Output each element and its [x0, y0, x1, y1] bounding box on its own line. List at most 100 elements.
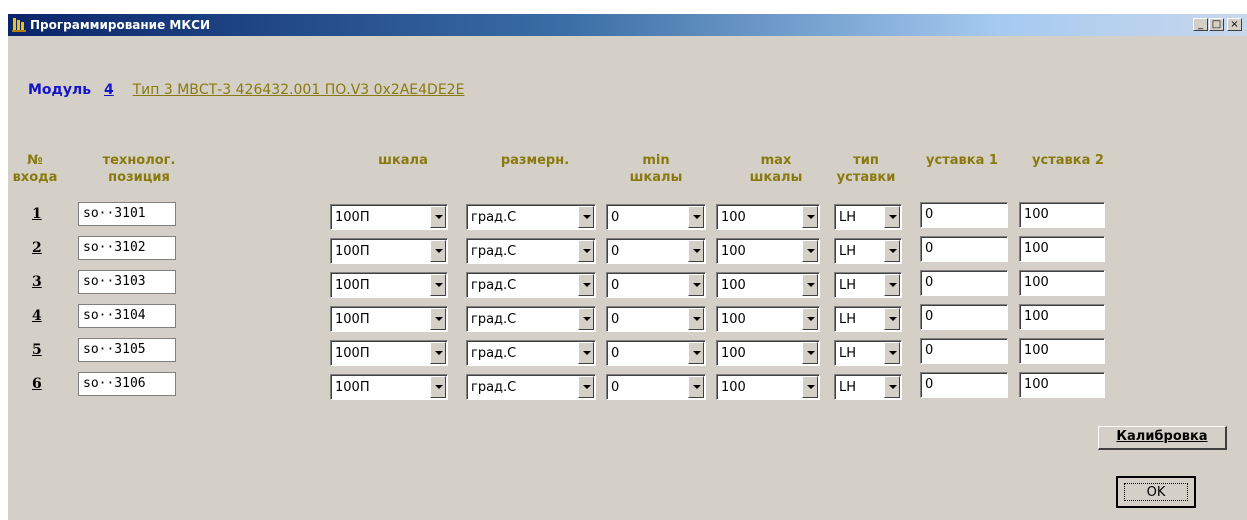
setpoint-1-input[interactable]: 0 [920, 202, 1008, 228]
units-select[interactable]: град.С [466, 374, 596, 400]
main-window: Программирование МКСИ _ □ × Модуль 4 Тип… [8, 14, 1247, 520]
min-scale-select[interactable]: 0 [606, 306, 706, 332]
scale-select[interactable]: 100П [330, 238, 448, 264]
setpoint-2-input[interactable]: 100 [1019, 372, 1105, 398]
module-label: Модуль [28, 82, 92, 98]
input-number-link[interactable]: 6 [32, 376, 62, 392]
setpoint-1-input[interactable]: 0 [920, 270, 1008, 296]
dropdown-arrow-icon[interactable] [430, 376, 446, 398]
units-select[interactable]: град.С [466, 272, 596, 298]
dropdown-arrow-icon[interactable] [802, 274, 818, 296]
setpoint-1-input[interactable]: 0 [920, 304, 1008, 330]
setpoint-1-input[interactable]: 0 [920, 372, 1008, 398]
setpoint-type-select[interactable]: LH [834, 306, 902, 332]
close-button[interactable]: × [1227, 18, 1242, 31]
dropdown-arrow-icon[interactable] [430, 308, 446, 330]
max-scale-select[interactable]: 100 [716, 340, 820, 366]
setpoint-type-select-value: LH [839, 244, 857, 259]
dropdown-arrow-icon[interactable] [884, 240, 900, 262]
setpoint-2-input[interactable]: 100 [1019, 202, 1105, 228]
dropdown-arrow-icon[interactable] [688, 206, 704, 228]
position-input[interactable]: so··3103 [78, 270, 176, 294]
input-number-link[interactable]: 1 [32, 206, 62, 222]
scale-select[interactable]: 100П [330, 340, 448, 366]
dropdown-arrow-icon[interactable] [688, 274, 704, 296]
dropdown-arrow-icon[interactable] [578, 308, 594, 330]
ok-button[interactable]: OK [1116, 476, 1196, 508]
max-scale-select[interactable]: 100 [716, 204, 820, 230]
setpoint-type-select[interactable]: LH [834, 374, 902, 400]
max-scale-select[interactable]: 100 [716, 374, 820, 400]
position-input[interactable]: so··3106 [78, 372, 176, 396]
input-number-link[interactable]: 2 [32, 240, 62, 256]
dropdown-arrow-icon[interactable] [802, 240, 818, 262]
dropdown-arrow-icon[interactable] [578, 274, 594, 296]
dropdown-arrow-icon[interactable] [430, 206, 446, 228]
units-select[interactable]: град.С [466, 238, 596, 264]
dropdown-arrow-icon[interactable] [802, 206, 818, 228]
scale-select[interactable]: 100П [330, 204, 448, 230]
dropdown-arrow-icon[interactable] [430, 342, 446, 364]
title-bar[interactable]: Программирование МКСИ _ □ × [8, 14, 1247, 36]
min-scale-select[interactable]: 0 [606, 204, 706, 230]
max-scale-select[interactable]: 100 [716, 238, 820, 264]
dropdown-arrow-icon[interactable] [884, 376, 900, 398]
dropdown-arrow-icon[interactable] [688, 376, 704, 398]
dropdown-arrow-icon[interactable] [802, 308, 818, 330]
dropdown-arrow-icon[interactable] [884, 342, 900, 364]
setpoint-2-input[interactable]: 100 [1019, 304, 1105, 330]
minimize-button[interactable]: _ [1193, 18, 1208, 31]
calibrate-button[interactable]: Калибровка [1098, 426, 1227, 450]
dropdown-arrow-icon[interactable] [578, 376, 594, 398]
dropdown-arrow-icon[interactable] [884, 206, 900, 228]
input-number-link[interactable]: 5 [32, 342, 62, 358]
units-select[interactable]: град.С [466, 340, 596, 366]
dropdown-arrow-icon[interactable] [688, 342, 704, 364]
maximize-button[interactable]: □ [1209, 18, 1224, 31]
dropdown-arrow-icon[interactable] [884, 274, 900, 296]
setpoint-type-select[interactable]: LH [834, 238, 902, 264]
header-line: шкала [378, 153, 428, 168]
scale-select[interactable]: 100П [330, 374, 448, 400]
module-number-link[interactable]: 4 [104, 82, 114, 98]
dropdown-arrow-icon[interactable] [802, 376, 818, 398]
setpoint-type-select[interactable]: LH [834, 272, 902, 298]
input-number-link[interactable]: 4 [32, 308, 62, 324]
setpoint-2-input[interactable]: 100 [1019, 338, 1105, 364]
setpoint-type-select[interactable]: LH [834, 340, 902, 366]
setpoint-2-input[interactable]: 100 [1019, 270, 1105, 296]
dropdown-arrow-icon[interactable] [802, 342, 818, 364]
min-scale-select[interactable]: 0 [606, 238, 706, 264]
dropdown-arrow-icon[interactable] [430, 240, 446, 262]
header-setpoint-type: тип уставки [821, 152, 911, 186]
units-select[interactable]: град.С [466, 204, 596, 230]
dropdown-arrow-icon[interactable] [688, 308, 704, 330]
max-scale-select[interactable]: 100 [716, 272, 820, 298]
dropdown-arrow-icon[interactable] [578, 342, 594, 364]
min-scale-select[interactable]: 0 [606, 272, 706, 298]
units-select[interactable]: град.С [466, 306, 596, 332]
setpoint-type-select[interactable]: LH [834, 204, 902, 230]
position-input[interactable]: so··3101 [78, 202, 176, 226]
scale-select[interactable]: 100П [330, 306, 448, 332]
dropdown-arrow-icon[interactable] [430, 274, 446, 296]
min-scale-select[interactable]: 0 [606, 340, 706, 366]
header-line: размерн. [500, 153, 570, 168]
position-input[interactable]: so··3105 [78, 338, 176, 362]
dropdown-arrow-icon[interactable] [884, 308, 900, 330]
setpoint-2-input[interactable]: 100 [1019, 236, 1105, 262]
min-scale-select[interactable]: 0 [606, 374, 706, 400]
setpoint-1-input[interactable]: 0 [920, 236, 1008, 262]
dropdown-arrow-icon[interactable] [578, 240, 594, 262]
dropdown-arrow-icon[interactable] [688, 240, 704, 262]
max-scale-select[interactable]: 100 [716, 306, 820, 332]
position-input[interactable]: so··3104 [78, 304, 176, 328]
max-scale-select-value: 100 [721, 346, 746, 361]
input-number-link[interactable]: 3 [32, 274, 62, 290]
scale-select[interactable]: 100П [330, 272, 448, 298]
position-input[interactable]: so··3102 [78, 236, 176, 260]
setpoint-1-input[interactable]: 0 [920, 338, 1008, 364]
module-type-link[interactable]: Тип 3 МВСТ-3 426432.001 ПО.V3 0x2AE4DE2E [133, 82, 465, 98]
dropdown-arrow-icon[interactable] [578, 206, 594, 228]
min-scale-select-value: 0 [611, 278, 620, 293]
